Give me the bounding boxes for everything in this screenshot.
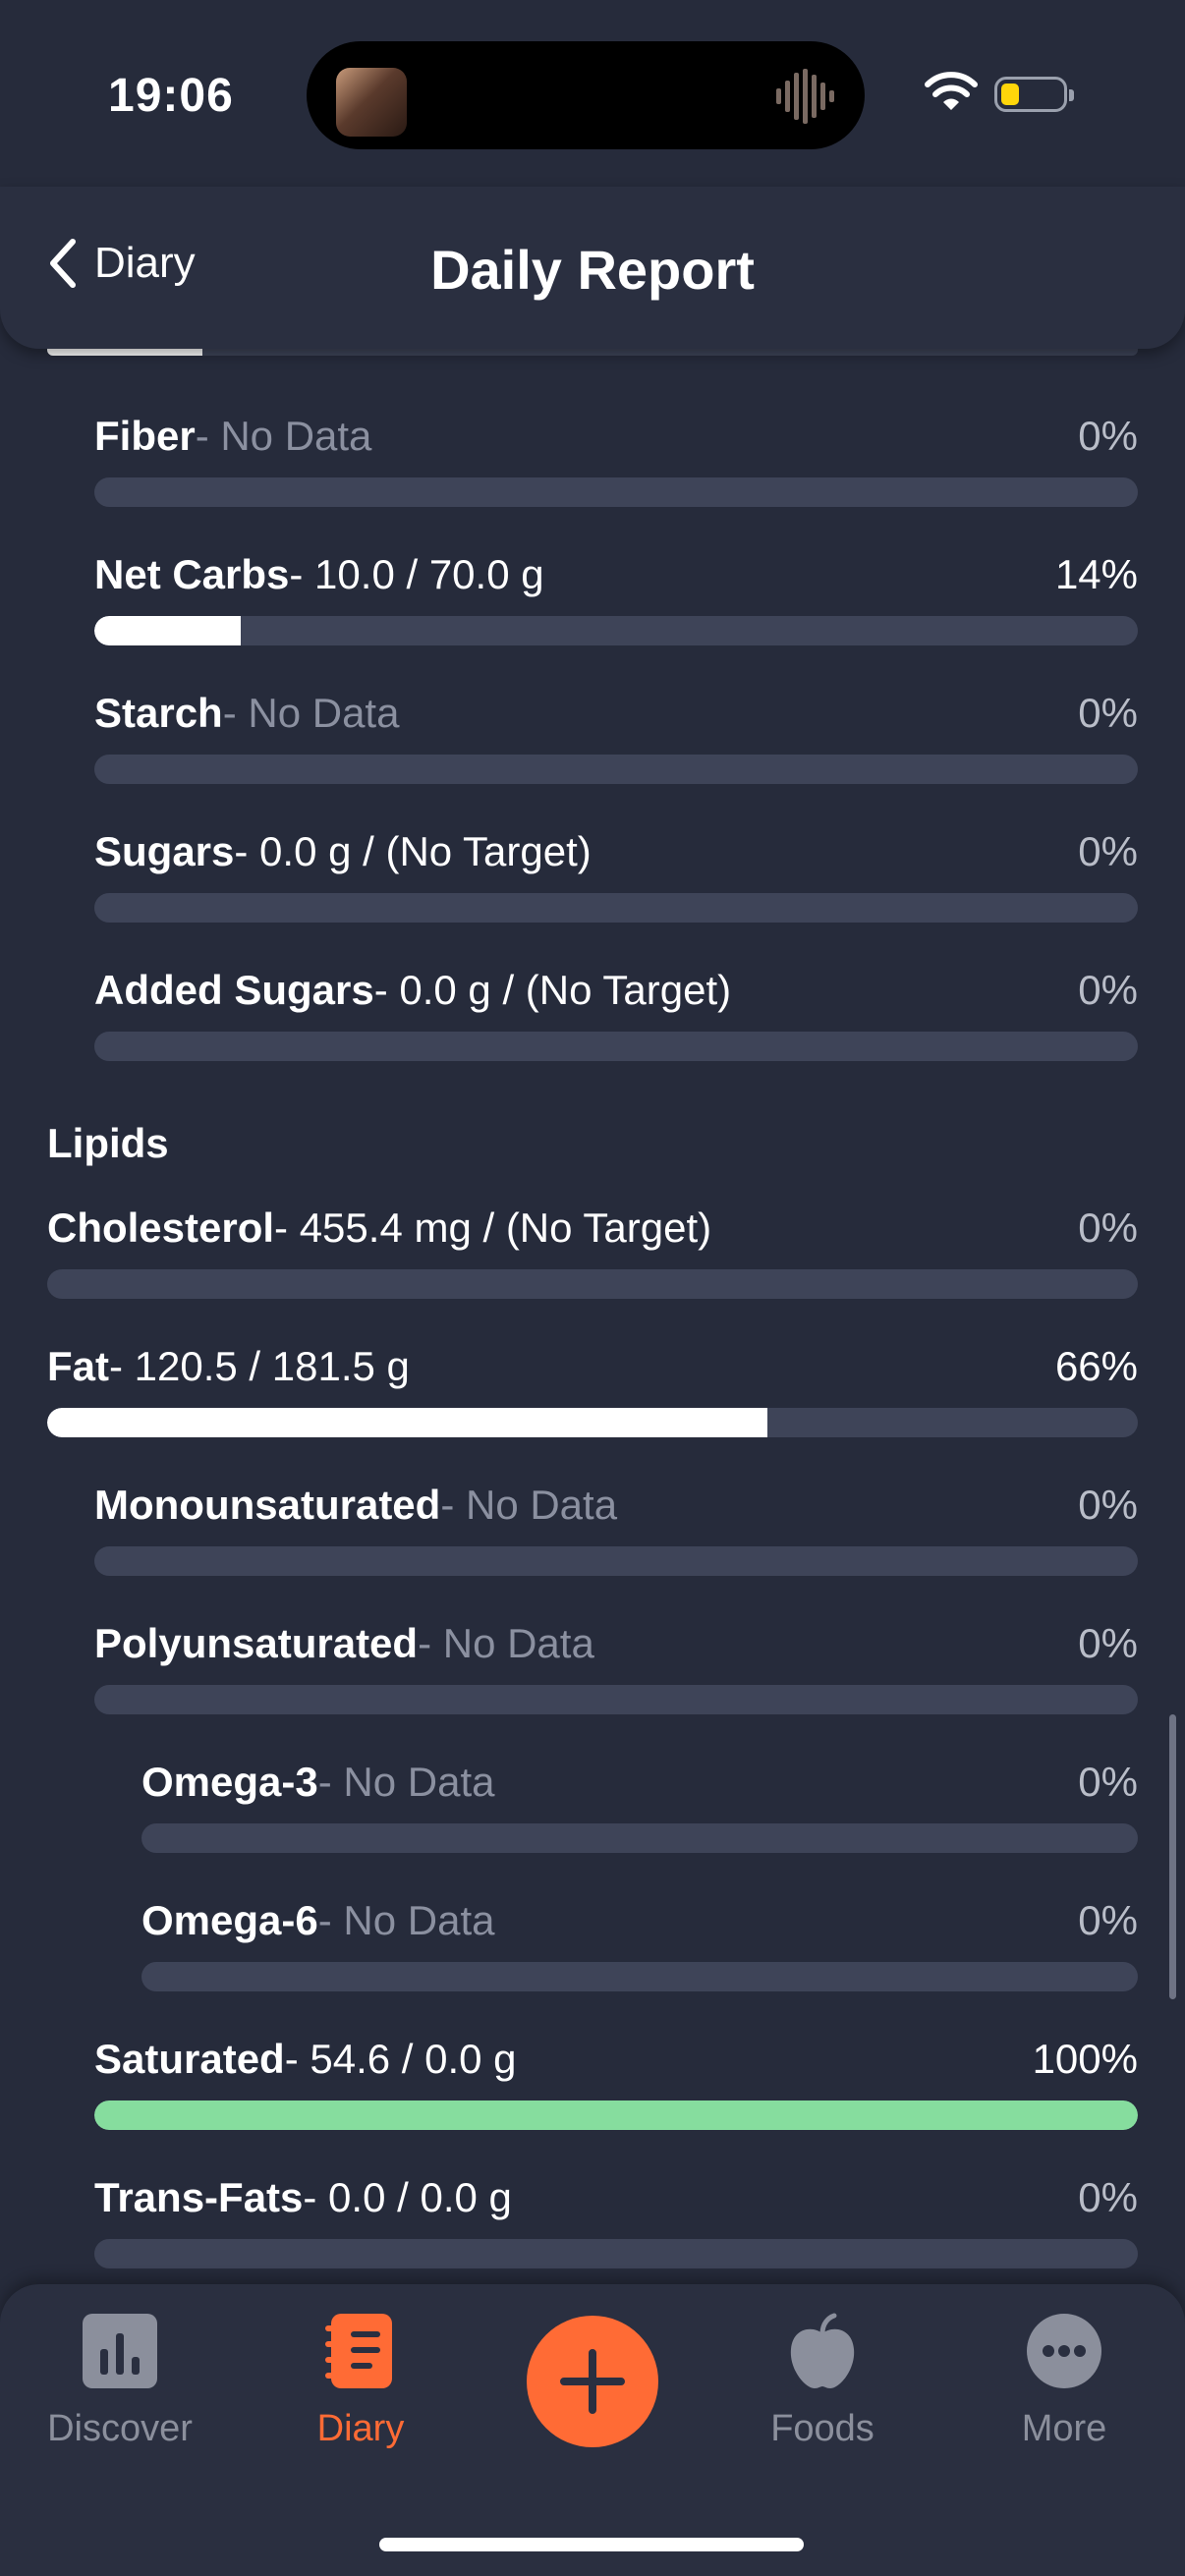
progress-bar xyxy=(94,2100,1138,2130)
progress-bar xyxy=(94,755,1138,784)
nutrient-name: Starch xyxy=(94,690,223,736)
nutrient-percent: 0% xyxy=(1078,828,1138,874)
nutrient-name: Omega-3 xyxy=(141,1759,318,1805)
nutrient-amount: - 0.0 g / (No Target) xyxy=(234,828,592,874)
nutrient-label: Omega-3- No Data xyxy=(141,1759,494,1806)
tab-more[interactable]: More xyxy=(966,2312,1162,2450)
tab-foods[interactable]: Foods xyxy=(724,2312,921,2450)
add-button[interactable] xyxy=(527,2316,658,2447)
nutrient-label: Omega-6- No Data xyxy=(141,1897,494,1944)
more-dots-icon xyxy=(1027,2314,1101,2388)
audio-waveform-icon xyxy=(776,69,834,124)
nutrient-label: Sugars- 0.0 g / (No Target) xyxy=(94,828,592,875)
nutrient-percent: 0% xyxy=(1078,413,1138,459)
nutrient-amount: - No Data xyxy=(317,1759,495,1805)
nutrient-name: Saturated xyxy=(94,2036,285,2082)
plus-icon xyxy=(560,2349,625,2414)
nutrient-percent: 0% xyxy=(1078,1620,1138,1666)
nutrient-name: Monounsaturated xyxy=(94,1482,441,1528)
nutrient-name: Fiber xyxy=(94,413,196,459)
nutrient-label: Net Carbs- 10.0 / 70.0 g xyxy=(94,551,544,598)
progress-bar xyxy=(94,1032,1138,1061)
nutrient-percent: 0% xyxy=(1078,1897,1138,1943)
progress-bar xyxy=(141,1823,1138,1853)
page-title: Daily Report xyxy=(430,239,755,301)
nutrient-label: Saturated- 54.6 / 0.0 g xyxy=(94,2036,517,2083)
nutrient-amount: - 54.6 / 0.0 g xyxy=(284,2036,517,2082)
nutrient-amount: - 0.0 g / (No Target) xyxy=(373,967,732,1013)
nutrient-label: Monounsaturated- No Data xyxy=(94,1482,617,1529)
nutrient-label: Starch- No Data xyxy=(94,690,399,737)
status-time: 19:06 xyxy=(108,70,234,122)
nutrient-percent: 0% xyxy=(1078,1204,1138,1251)
nutrient-percent: 100% xyxy=(1032,2036,1138,2082)
nutrient-amount: - No Data xyxy=(222,690,400,736)
progress-bar xyxy=(94,2239,1138,2268)
nutrient-percent: 14% xyxy=(1054,551,1138,597)
nutrient-name: Polyunsaturated xyxy=(94,1620,419,1666)
nutrient-label: Fiber- No Data xyxy=(94,413,371,460)
nutrient-label: Added Sugars- 0.0 g / (No Target) xyxy=(94,967,731,1014)
nutrient-amount: - No Data xyxy=(418,1620,594,1666)
nutrient-name: Sugars xyxy=(94,828,235,874)
home-indicator[interactable] xyxy=(379,2538,804,2551)
tab-label: Discover xyxy=(47,2408,193,2449)
nutrient-percent: 0% xyxy=(1078,2174,1138,2220)
nutrient-name: Trans-Fats xyxy=(94,2174,304,2220)
nutrient-amount: - 120.5 / 181.5 g xyxy=(109,1343,410,1389)
tab-label: Diary xyxy=(316,2408,405,2449)
tab-label: More xyxy=(1021,2408,1107,2449)
nutrient-percent: 0% xyxy=(1078,967,1138,1013)
nutrient-name: Net Carbs xyxy=(94,551,290,597)
nutrient-amount: - No Data xyxy=(317,1897,495,1943)
tab-label: Foods xyxy=(770,2408,875,2449)
wifi-icon xyxy=(925,72,978,110)
nutrient-name: Fat xyxy=(47,1343,109,1389)
status-bar: 19:06 xyxy=(0,0,1185,187)
scroll-indicator[interactable] xyxy=(1169,1714,1176,1999)
nav-header: Diary Daily Report xyxy=(0,187,1185,349)
tab-bar: Discover Diary Foods More xyxy=(0,2284,1185,2576)
progress-bar xyxy=(94,1546,1138,1576)
nutrient-percent: 66% xyxy=(1054,1343,1138,1389)
nutrient-label: Fat- 120.5 / 181.5 g xyxy=(47,1343,410,1390)
progress-bar xyxy=(47,1269,1138,1299)
progress-fill xyxy=(94,616,241,645)
now-playing-artwork xyxy=(336,68,407,137)
nutrient-percent: 0% xyxy=(1078,690,1138,736)
nutrient-label: Trans-Fats- 0.0 / 0.0 g xyxy=(94,2174,512,2221)
progress-bar xyxy=(94,477,1138,507)
apple-icon xyxy=(790,2313,855,2388)
battery-icon xyxy=(994,77,1074,112)
tab-discover[interactable]: Discover xyxy=(22,2312,218,2450)
nutrient-amount: - 10.0 / 70.0 g xyxy=(289,551,544,597)
progress-bar xyxy=(47,1408,1138,1437)
nutrient-amount: - 455.4 mg / (No Target) xyxy=(274,1204,712,1251)
notebook-icon xyxy=(325,2314,392,2388)
nutrient-name: Omega-6 xyxy=(141,1897,318,1943)
nutrient-percent: 0% xyxy=(1078,1759,1138,1805)
dynamic-island[interactable] xyxy=(307,41,865,149)
progress-bar xyxy=(94,1685,1138,1714)
nutrient-name: Added Sugars xyxy=(94,967,374,1013)
nutrient-label: Polyunsaturated- No Data xyxy=(94,1620,594,1667)
section-title-lipids: Lipids xyxy=(47,1120,169,1166)
progress-bar xyxy=(141,1962,1138,1991)
progress-bar xyxy=(94,616,1138,645)
nutrient-amount: - No Data xyxy=(440,1482,618,1528)
progress-bar xyxy=(94,893,1138,923)
nutrient-amount: - No Data xyxy=(195,413,372,459)
nutrient-name: Cholesterol xyxy=(47,1204,275,1251)
tab-diary[interactable]: Diary xyxy=(262,2312,459,2450)
nutrient-amount: - 0.0 / 0.0 g xyxy=(303,2174,512,2220)
progress-fill xyxy=(94,2100,1138,2130)
nutrient-percent: 0% xyxy=(1078,1482,1138,1528)
progress-fill xyxy=(47,1408,767,1437)
nutrient-label: Cholesterol- 455.4 mg / (No Target) xyxy=(47,1204,711,1252)
bar-chart-icon xyxy=(83,2314,157,2388)
